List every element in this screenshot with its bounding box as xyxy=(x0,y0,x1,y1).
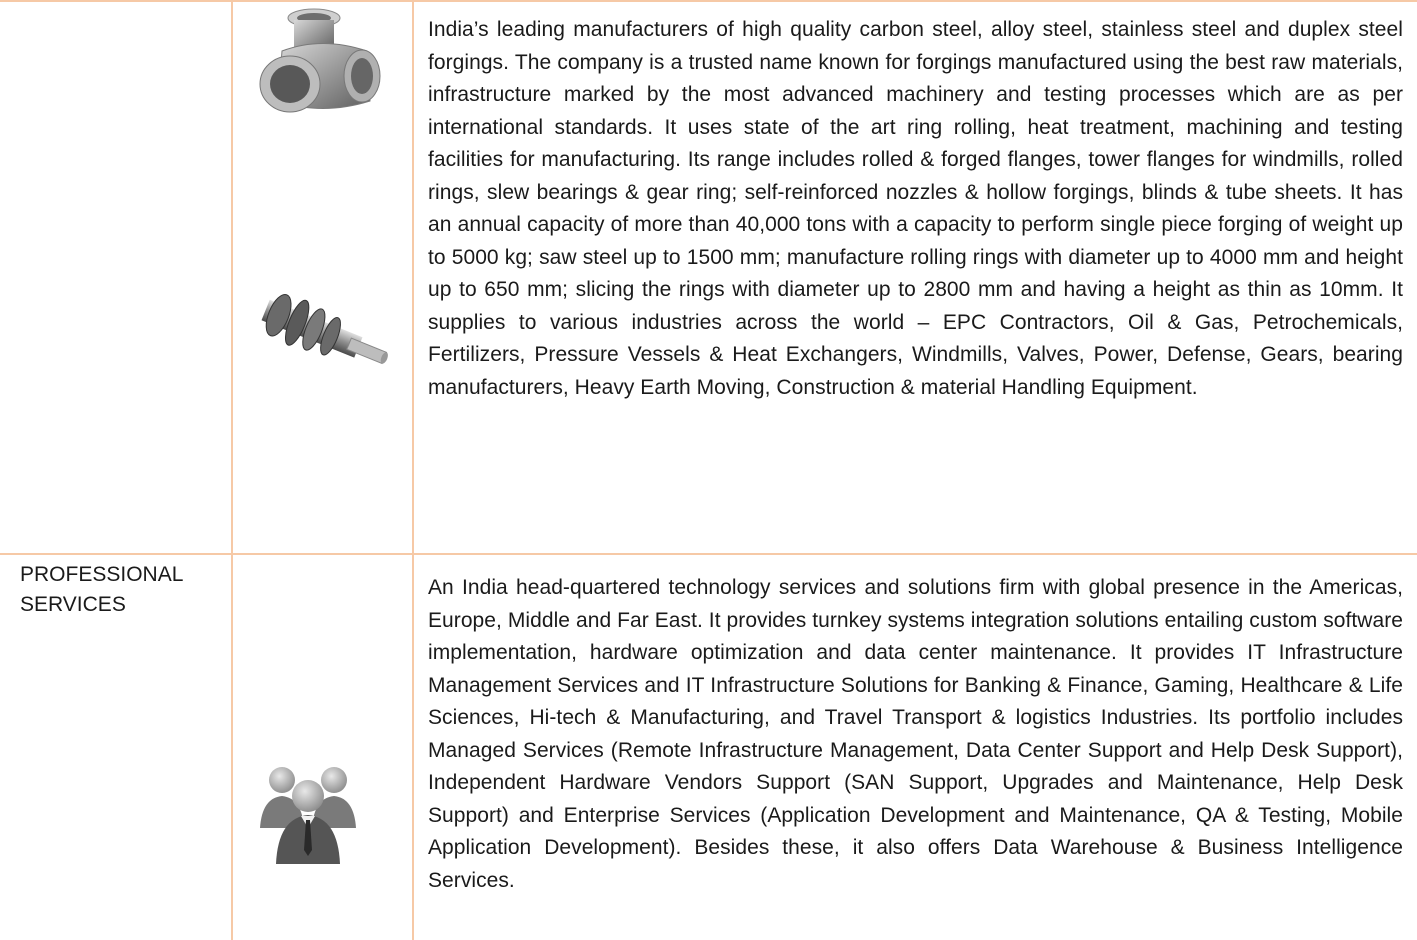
company-description: India’s leading manufacturers of high qu… xyxy=(428,18,1403,399)
business-people-icon xyxy=(258,758,358,873)
top-border xyxy=(0,0,1417,2)
company-description: An India head-quartered technology servi… xyxy=(428,576,1403,892)
forged-shaft-icon xyxy=(250,286,395,391)
pipe-fitting-icon xyxy=(252,6,392,131)
column-divider-2 xyxy=(412,0,414,940)
sector-label: PROFESSIONAL SERVICES xyxy=(20,563,183,616)
row-divider xyxy=(0,553,1417,555)
company-profile-table: India’s leading manufacturers of high qu… xyxy=(0,0,1417,940)
column-divider-1 xyxy=(231,0,233,940)
